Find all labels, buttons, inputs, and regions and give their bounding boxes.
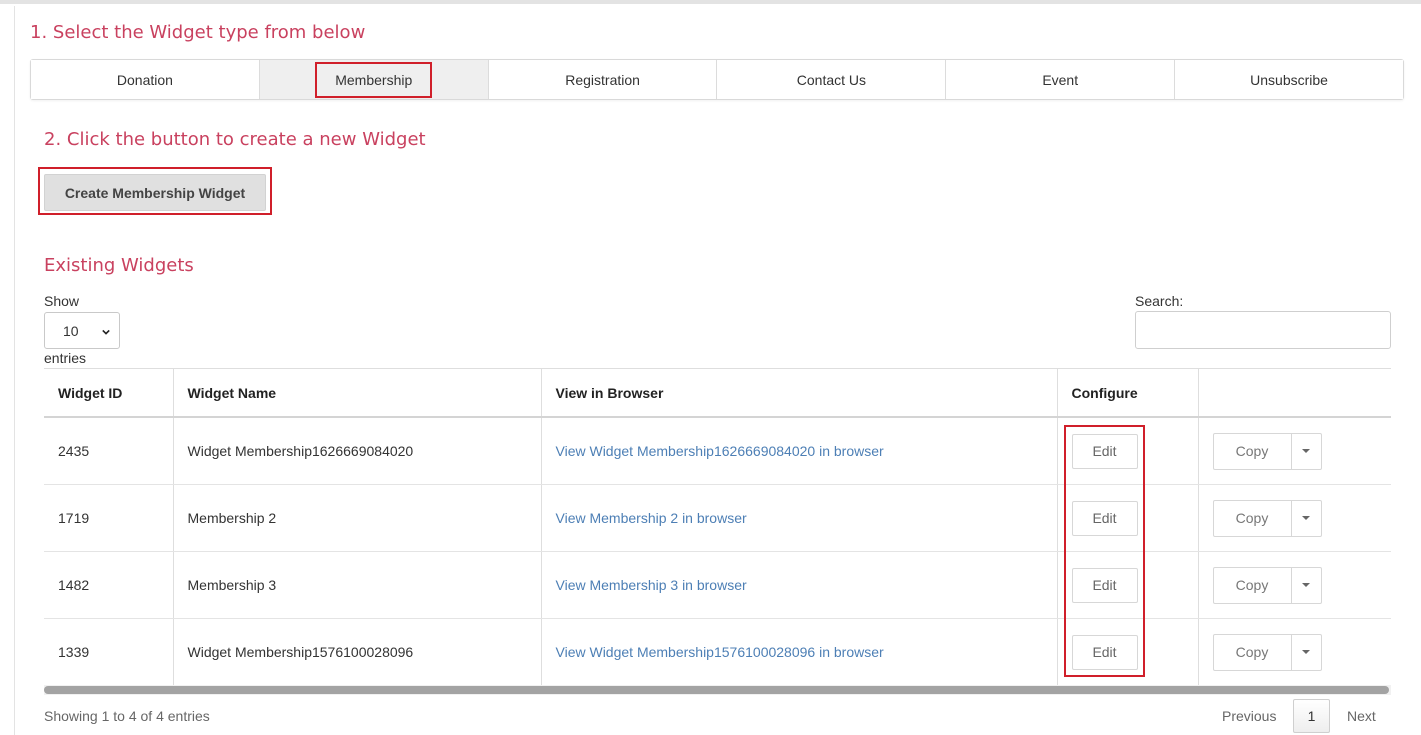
tab-label: Event xyxy=(1042,71,1079,88)
table-row: 1719 Membership 2 View Membership 2 in b… xyxy=(44,484,1391,552)
tab-label: Unsubscribe xyxy=(1250,71,1328,88)
copy-button[interactable]: Copy xyxy=(1214,567,1292,603)
page-1-button[interactable]: 1 xyxy=(1293,699,1330,733)
copy-dropdown-toggle[interactable] xyxy=(1292,635,1321,670)
caret-down-icon xyxy=(1302,449,1310,453)
view-in-browser-link[interactable]: View Membership 2 in browser xyxy=(556,510,747,526)
copy-button-group: Copy xyxy=(1212,499,1322,537)
create-membership-widget-button[interactable]: Create Membership Widget xyxy=(44,174,266,211)
edit-button[interactable]: Edit xyxy=(1071,567,1138,603)
copy-button-group: Copy xyxy=(1212,566,1322,604)
configure-cell: Edit xyxy=(1057,551,1199,619)
configure-cell: Edit xyxy=(1057,484,1199,552)
tab-label: Donation xyxy=(116,71,173,88)
copy-cell: Copy xyxy=(1198,417,1391,485)
copy-button[interactable]: Copy xyxy=(1214,433,1292,469)
existing-widgets-heading: Existing Widgets xyxy=(44,255,194,276)
tab-unsubscribe[interactable]: Unsubscribe xyxy=(1175,60,1403,99)
copy-button[interactable]: Copy xyxy=(1214,634,1292,670)
view-in-browser-cell: View Widget Membership1626669084020 in b… xyxy=(541,417,1058,485)
widget-id-cell: 1339 xyxy=(44,618,174,686)
widget-name-cell: Widget Membership1626669084020 xyxy=(173,417,542,485)
edit-button[interactable]: Edit xyxy=(1071,433,1138,469)
copy-cell: Copy xyxy=(1198,484,1391,552)
view-in-browser-link[interactable]: View Widget Membership1576100028096 in b… xyxy=(556,644,884,660)
widget-id-cell: 2435 xyxy=(44,417,174,485)
widget-type-tabs: Donation Membership Registration Contact… xyxy=(30,59,1404,100)
table-row: 1482 Membership 3 View Membership 3 in b… xyxy=(44,551,1391,619)
widget-name-cell: Membership 3 xyxy=(173,551,542,619)
chevron-down-icon xyxy=(102,329,110,335)
copy-cell: Copy xyxy=(1198,551,1391,619)
edit-button[interactable]: Edit xyxy=(1071,634,1138,670)
column-header-widget-name[interactable]: Widget Name xyxy=(173,368,542,418)
caret-down-icon xyxy=(1302,583,1310,587)
copy-button[interactable]: Copy xyxy=(1214,500,1292,536)
column-header-widget-id[interactable]: Widget ID xyxy=(44,368,174,418)
configure-cell: Edit xyxy=(1057,618,1199,686)
copy-dropdown-toggle[interactable] xyxy=(1292,501,1321,536)
tab-label: Contact Us xyxy=(796,71,867,88)
widget-id-cell: 1482 xyxy=(44,551,174,619)
view-in-browser-cell: View Membership 3 in browser xyxy=(541,551,1058,619)
table-row: 1339 Widget Membership1576100028096 View… xyxy=(44,618,1391,686)
page-top-border xyxy=(0,0,1421,4)
copy-button-group: Copy xyxy=(1212,432,1322,470)
widgets-table-container: Widget ID Widget Name View in Browser Co… xyxy=(44,368,1391,694)
configure-cell: Edit xyxy=(1057,417,1199,485)
tab-contact-us[interactable]: Contact Us xyxy=(717,60,947,99)
search-label: Search: xyxy=(1135,293,1184,309)
previous-page-button[interactable]: Previous xyxy=(1222,699,1276,733)
caret-down-icon xyxy=(1302,516,1310,520)
copy-cell: Copy xyxy=(1198,618,1391,686)
view-in-browser-cell: View Widget Membership1576100028096 in b… xyxy=(541,618,1058,686)
entries-per-page-select[interactable]: 10 xyxy=(44,312,120,349)
create-widget-heading: 2. Click the button to create a new Widg… xyxy=(44,129,426,150)
tab-label: Membership xyxy=(315,61,433,98)
view-in-browser-link[interactable]: View Widget Membership1626669084020 in b… xyxy=(556,443,884,459)
tab-donation[interactable]: Donation xyxy=(31,60,260,99)
column-header-view-in-browser[interactable]: View in Browser xyxy=(541,368,1058,418)
caret-down-icon xyxy=(1302,650,1310,654)
tab-label: Registration xyxy=(565,71,640,88)
show-label: Show xyxy=(44,293,80,309)
entries-per-page-value: 10 xyxy=(63,322,79,339)
copy-dropdown-toggle[interactable] xyxy=(1292,568,1321,603)
edit-button[interactable]: Edit xyxy=(1071,500,1138,536)
copy-button-group: Copy xyxy=(1212,633,1322,671)
widget-name-cell: Membership 2 xyxy=(173,484,542,552)
tab-event[interactable]: Event xyxy=(946,60,1176,99)
table-header-row: Widget ID Widget Name View in Browser Co… xyxy=(44,368,1391,418)
view-in-browser-link[interactable]: View Membership 3 in browser xyxy=(556,577,747,593)
select-type-heading: 1. Select the Widget type from below xyxy=(30,22,366,43)
widget-name-cell: Widget Membership1576100028096 xyxy=(173,618,542,686)
widget-id-cell: 1719 xyxy=(44,484,174,552)
scrollbar-thumb[interactable] xyxy=(44,686,1389,694)
tab-registration[interactable]: Registration xyxy=(488,60,718,99)
view-in-browser-cell: View Membership 2 in browser xyxy=(541,484,1058,552)
table-horizontal-scrollbar[interactable] xyxy=(44,685,1391,695)
next-page-button[interactable]: Next xyxy=(1347,699,1376,733)
tab-membership[interactable]: Membership xyxy=(259,60,489,99)
column-header-actions xyxy=(1198,368,1391,418)
table-row: 2435 Widget Membership1626669084020 View… xyxy=(44,417,1391,485)
column-header-configure[interactable]: Configure xyxy=(1057,368,1199,418)
entries-label: entries xyxy=(44,350,87,366)
search-input[interactable] xyxy=(1135,311,1391,349)
widgets-table: Widget ID Widget Name View in Browser Co… xyxy=(44,368,1391,686)
copy-dropdown-toggle[interactable] xyxy=(1292,434,1321,469)
table-info: Showing 1 to 4 of 4 entries xyxy=(44,708,210,724)
